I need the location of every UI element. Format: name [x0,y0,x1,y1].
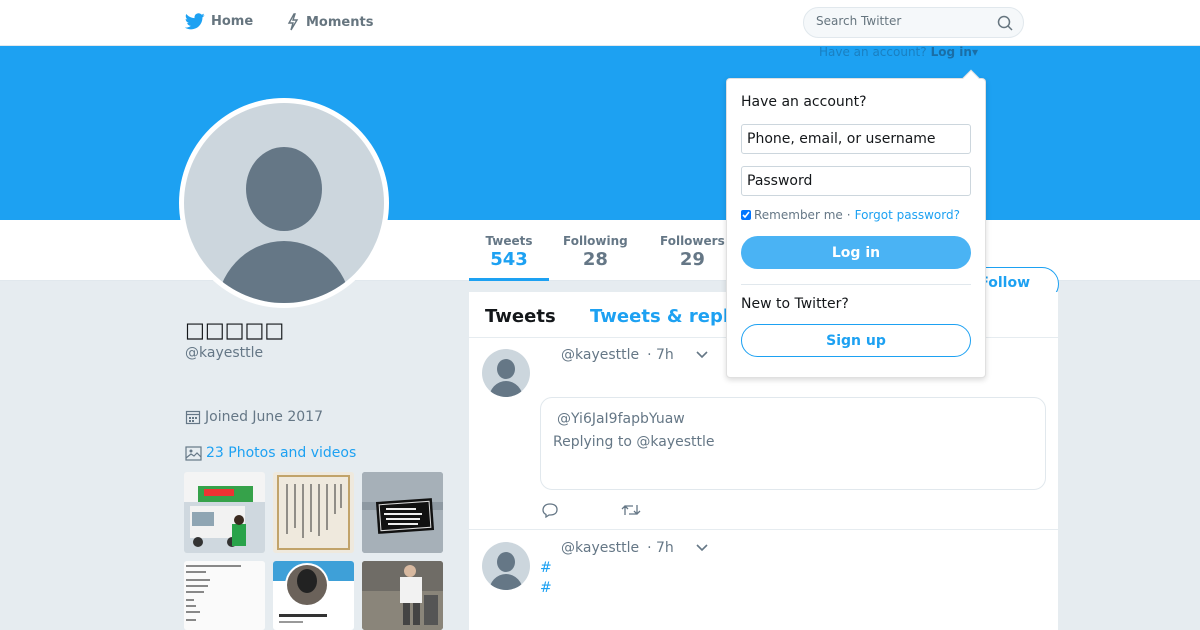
replying-to-text: Replying to @kayesttle [553,434,715,450]
tweet-handle[interactable]: @kayesttle [561,347,639,363]
search-icon[interactable] [997,15,1013,31]
top-navigation: Home Moments [0,0,1200,46]
tweet-header: @kayesttle · 7h [561,347,708,363]
profile-handle[interactable]: @kayesttle [185,345,263,361]
photos-link-text: 23 Photos and videos [206,445,357,461]
nav-home-label: Home [211,14,254,29]
image-icon [185,446,202,461]
stat-label: Tweets [485,234,533,248]
nav-home[interactable]: Home [185,13,253,30]
stat-tweets[interactable]: Tweets 543 [469,220,549,281]
quoted-tweet[interactable]: @Yi6JaI9fapbYuaw Replying to @kayesttle [540,397,1046,490]
stat-value: 28 [582,249,608,270]
new-to-twitter-text: New to Twitter? [741,296,849,312]
photo-thumbnail[interactable] [362,472,443,553]
retweet-icon[interactable] [621,502,641,518]
remember-me-checkbox[interactable] [741,210,751,220]
tweet-header: @kayesttle · 7h [561,540,708,556]
default-avatar-icon [184,103,384,303]
stat-label: Followers [660,234,725,248]
profile-avatar[interactable] [179,98,389,308]
password-field[interactable] [741,166,971,196]
joined-date: Joined June 2017 [185,409,323,425]
stat-followers[interactable]: Followers 29 [660,234,725,270]
remember-me-row: Remember me · Forgot password? [741,208,960,222]
reply-icon[interactable] [541,502,559,518]
have-account-text: Have an account? [819,45,927,59]
login-dropdown-toggle[interactable]: Log in▾ [931,45,978,59]
photo-thumbnail[interactable] [273,561,354,630]
quoted-user: @Yi6JaI9fapbYuaw [557,411,685,427]
login-title: Have an account? [741,94,867,110]
tab-tweets[interactable]: Tweets [485,306,556,327]
joined-text: Joined June 2017 [205,409,323,425]
hashtag-link[interactable]: # [540,560,552,576]
lightning-icon [287,13,299,31]
tweet-time[interactable]: · 7h [647,347,674,363]
twitter-bird-icon [185,13,205,30]
stat-value: 29 [679,249,705,270]
separator: · [846,208,851,222]
nav-moments-label: Moments [306,14,374,30]
login-dropdown: Have an account? Remember me · Forgot pa… [726,69,986,378]
have-account-line: Have an account? Log in▾ [819,45,978,59]
stat-following[interactable]: Following 28 [563,234,628,270]
photo-thumbnail[interactable] [184,561,265,630]
tweet-handle[interactable]: @kayesttle [561,540,639,556]
profile-nav: Tweets 543 Following 28 Followers 29 Fol… [0,220,1200,301]
photo-thumbnail[interactable] [273,472,354,553]
chevron-down-icon[interactable] [696,544,708,552]
divider [741,284,971,285]
default-avatar-icon[interactable] [482,542,530,590]
stat-label: Following [563,234,628,248]
nav-moments[interactable]: Moments [286,13,373,31]
default-avatar-icon[interactable] [482,349,530,397]
search-input[interactable] [816,14,986,28]
login-button[interactable]: Log in [741,236,971,269]
username-field[interactable] [741,124,971,154]
photo-thumbnail[interactable] [184,472,265,553]
tab-tweets-and-replies[interactable]: Tweets & repl [590,306,729,327]
stat-value: 543 [490,249,528,270]
tweet[interactable]: @kayesttle · 7h # # [469,531,1058,630]
photos-and-videos-link[interactable]: 23 Photos and videos [185,445,356,461]
tweet-time[interactable]: · 7h [647,540,674,556]
calendar-icon [185,410,201,425]
signup-button[interactable]: Sign up [741,324,971,357]
hashtag-link[interactable]: # [540,580,552,596]
remember-me-label[interactable]: Remember me [754,208,843,222]
chevron-down-icon[interactable] [696,351,708,359]
photo-thumbnail[interactable] [362,561,443,630]
forgot-password-link[interactable]: Forgot password? [855,208,960,222]
tweet-actions [541,502,703,518]
profile-name[interactable]: □□□□□ [185,318,284,342]
search-box [803,7,1024,38]
